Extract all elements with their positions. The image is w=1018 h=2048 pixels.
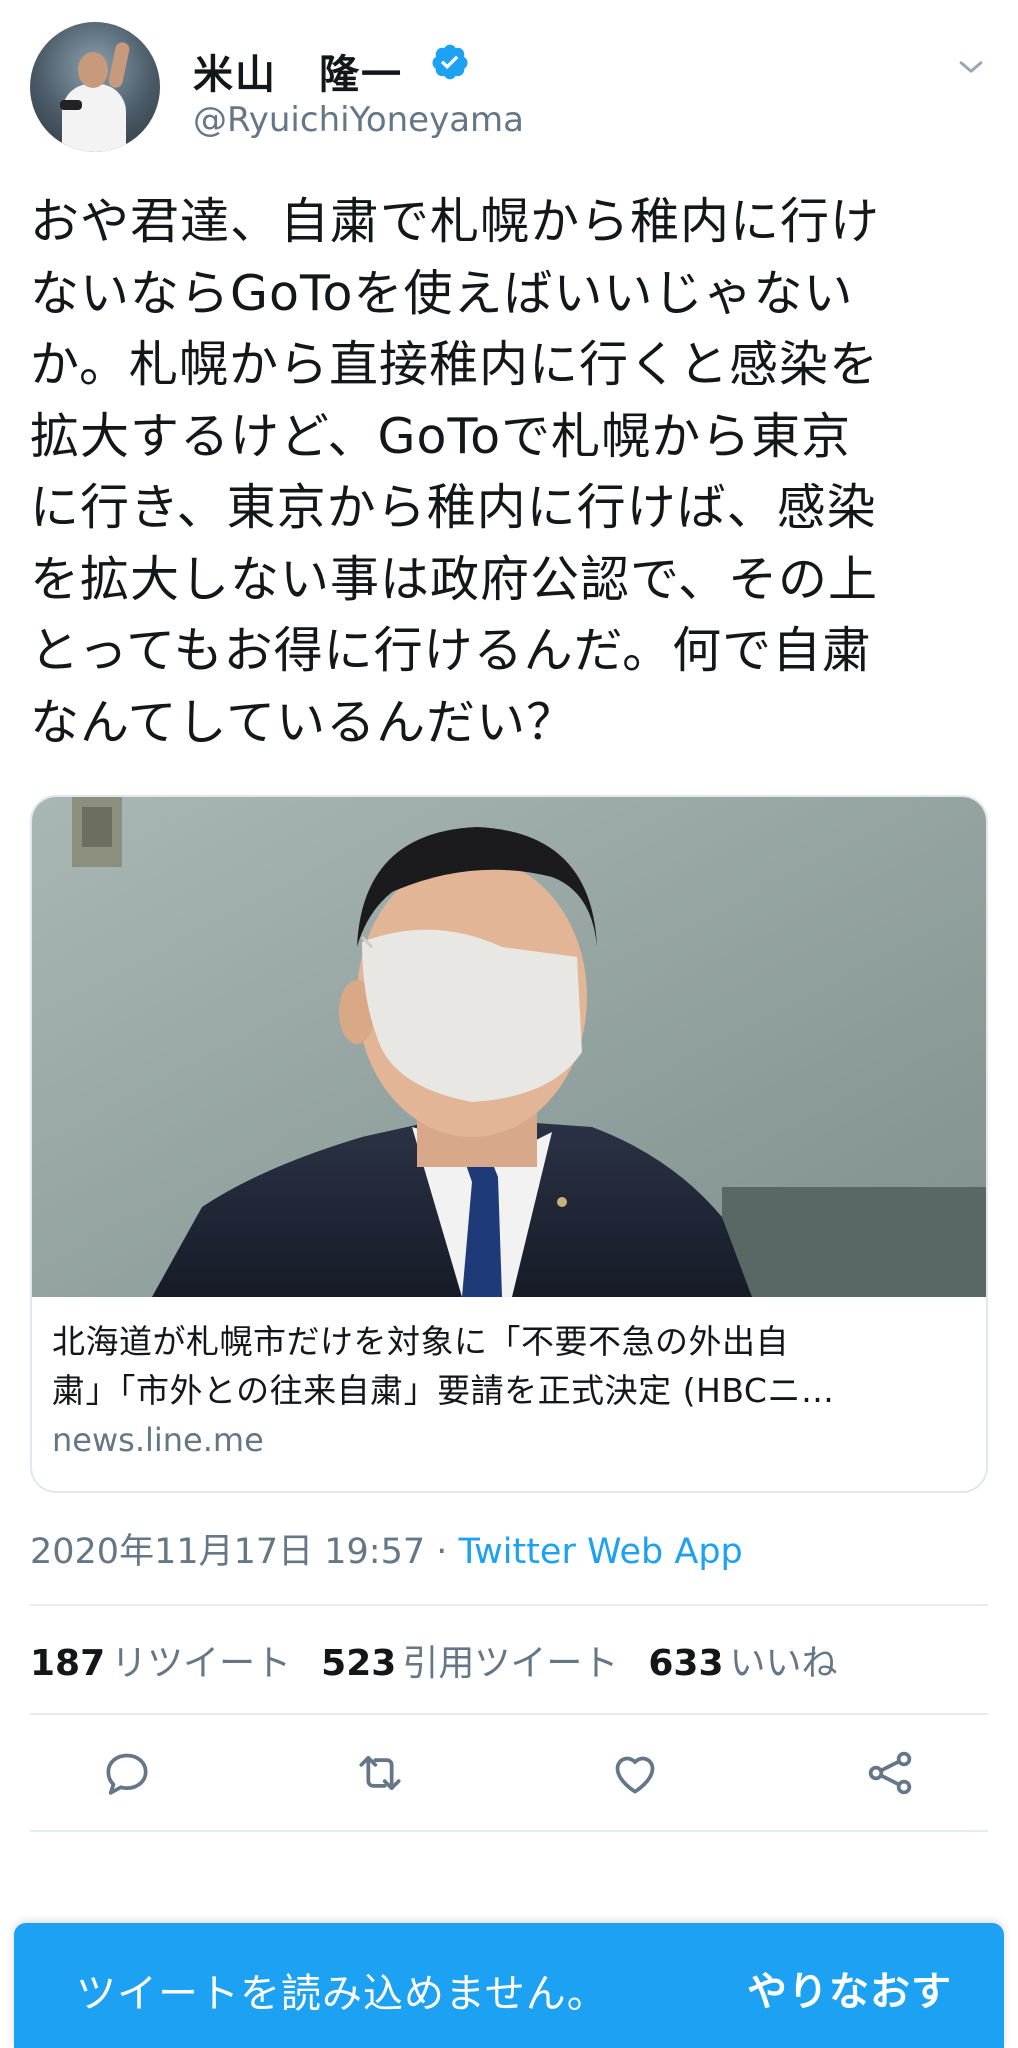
display-name[interactable]: 米山 隆一 <box>193 42 403 100</box>
reply-icon[interactable] <box>99 1745 155 1801</box>
error-toast: ツイートを読み込めません。 やりなおす <box>14 1923 1004 2048</box>
tweet-text-line: 拡大するけど、GoToで札幌から東京 <box>30 407 852 465</box>
retweets-label[interactable]: リツイート <box>111 1643 291 1684</box>
link-card-image[interactable] <box>32 797 986 1297</box>
retry-button[interactable]: やりなおす <box>747 1959 952 2017</box>
link-card-title[interactable]: 北海道が札幌市だけを対象に「不要不急の外出自 粛」「市外との往来自粛」要請を正式… <box>52 1317 972 1415</box>
tweet-text-line: とってもお得に行けるんだ。何で自粛 <box>30 622 873 679</box>
tweet-header: 米山 隆一 @RyuichiYoneyama <box>30 22 988 157</box>
link-card-title-line: 粛」「市外との往来自粛」要請を正式決定 (HBCニ… <box>52 1371 835 1410</box>
quotes-count[interactable]: 523 <box>321 1643 396 1684</box>
link-card-domain: news.line.me <box>52 1421 264 1459</box>
tweet-timestamp[interactable]: 2020年11月17日 19:57 <box>30 1532 425 1572</box>
verified-badge-icon <box>432 44 468 80</box>
tweet-text-line: を拡大しない事は政府公認で、その上 <box>30 550 879 608</box>
tweet-text-line: に行き、東京から稚内に行けば、感染 <box>30 479 877 536</box>
divider <box>30 1604 988 1606</box>
tweet-text-line: ないならGoToを使えばいいじゃない <box>30 264 854 322</box>
retweet-icon[interactable] <box>352 1745 408 1801</box>
chevron-down-icon[interactable] <box>954 50 988 84</box>
meta-separator: · <box>425 1532 459 1572</box>
avatar[interactable] <box>30 22 160 152</box>
toast-message: ツイートを読み込めません。 <box>76 1971 608 2017</box>
tweet-text: おや君達、自粛で札幌から稚内に行け ないならGoToを使えばいいじゃない か。札… <box>30 186 998 758</box>
divider <box>30 1830 988 1832</box>
tweet-stats: 187 リツイート 523 引用ツイート 633 いいね <box>30 1634 868 1686</box>
quotes-label[interactable]: 引用ツイート <box>402 1643 618 1684</box>
tweet-text-line: なんてしているんだい？ <box>30 693 577 751</box>
via-app-link[interactable]: Twitter Web App <box>459 1532 743 1572</box>
likes-label[interactable]: いいね <box>730 1643 838 1684</box>
share-icon[interactable] <box>862 1745 918 1801</box>
tweet-meta: 2020年11月17日 19:57 · Twitter Web App <box>30 1523 743 1574</box>
tweet-text-line: か。札幌から直接稚内に行くと感染を <box>30 336 880 393</box>
tweet-text-line: おや君達、自粛で札幌から稚内に行け <box>30 193 881 250</box>
retweets-count[interactable]: 187 <box>30 1643 105 1684</box>
like-icon[interactable] <box>607 1745 663 1801</box>
divider <box>30 1713 988 1715</box>
link-card[interactable]: 北海道が札幌市だけを対象に「不要不急の外出自 粛」「市外との往来自粛」要請を正式… <box>30 795 988 1493</box>
action-bar <box>0 1745 1018 1801</box>
likes-count[interactable]: 633 <box>648 1643 723 1684</box>
user-handle[interactable]: @RyuichiYoneyama <box>193 100 524 140</box>
link-card-title-line: 北海道が札幌市だけを対象に「不要不急の外出自 <box>52 1322 789 1361</box>
